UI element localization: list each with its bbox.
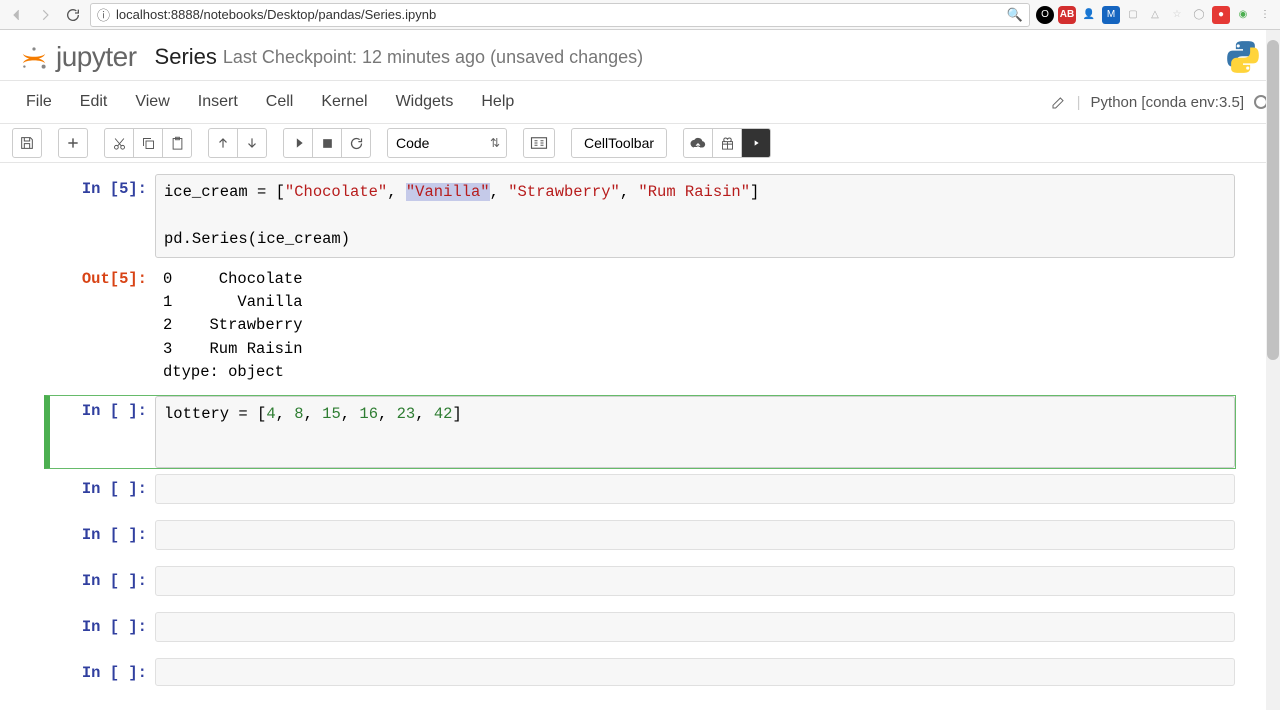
code-input-empty[interactable] [155,612,1235,642]
checkpoint-text: Last Checkpoint: 12 minutes ago (unsaved… [223,47,643,68]
add-cell-button[interactable] [58,128,88,158]
edit-icon[interactable] [1051,94,1067,110]
out-prompt-5: Out[5]: [50,264,155,388]
ext-icon-6[interactable]: △ [1146,6,1164,24]
celltoolbar-button[interactable]: CellToolbar [571,128,667,158]
in-prompt-5: In [5]: [50,174,155,258]
nav-forward-button[interactable] [34,4,56,26]
cell-type-label: Code [396,135,429,151]
code-cell-empty-4[interactable]: In [ ]: [44,611,1236,643]
run-button[interactable] [283,128,313,158]
in-prompt-empty: In [ ]: [50,474,155,504]
url-bar[interactable]: ⓘ localhost:8888/notebooks/Desktop/panda… [90,3,1030,27]
jupyter-logo-text: jupyter [56,41,137,73]
stop-button[interactable] [312,128,342,158]
command-palette-button[interactable] [523,128,555,158]
menu-insert[interactable]: Insert [184,85,252,119]
in-prompt-empty: In [ ]: [50,566,155,596]
code-cell-empty-2[interactable]: In [ ]: [44,519,1236,551]
code-cell-empty-3[interactable]: In [ ]: [44,565,1236,597]
move-up-button[interactable] [208,128,238,158]
ext-icon-8[interactable]: ◯ [1190,6,1208,24]
ext-icon-abp[interactable]: AB [1058,6,1076,24]
kernel-name[interactable]: Python [conda env:3.5] [1091,94,1244,111]
code-cell-active[interactable]: In [ ]: lottery = [4, 8, 15, 16, 23, 42] [44,395,1236,469]
scrollbar-track[interactable] [1266,30,1280,710]
browser-menu-icon[interactable]: ⋮ [1256,6,1274,24]
in-prompt-empty: In [ ]: [50,658,155,686]
menu-edit[interactable]: Edit [66,85,122,119]
restart-kernel-button[interactable] [341,128,371,158]
toolbar: Code CellToolbar [0,124,1280,163]
ext-icon-9[interactable]: ● [1212,6,1230,24]
paste-button[interactable] [162,128,192,158]
extension-icons: O AB 👤 M ▢ △ ☆ ◯ ● ◉ ⋮ [1036,6,1274,24]
nav-back-button[interactable] [6,4,28,26]
menu-widgets[interactable]: Widgets [382,85,468,119]
cell-type-select[interactable]: Code [387,128,507,158]
ext-icon-4[interactable]: M [1102,6,1120,24]
code-input-5[interactable]: ice_cream = ["Chocolate", "Vanilla", "St… [155,174,1235,258]
menu-kernel[interactable]: Kernel [307,85,381,119]
code-input-empty[interactable] [155,520,1235,550]
code-cell-empty-5[interactable]: In [ ]: [44,657,1236,687]
nav-reload-button[interactable] [62,4,84,26]
notebook-title[interactable]: Series [155,44,217,70]
code-cell-empty-1[interactable]: In [ ]: [44,473,1236,505]
ext-icon-3[interactable]: 👤 [1080,6,1098,24]
site-info-icon[interactable]: ⓘ [97,5,110,24]
code-input-empty[interactable] [155,658,1235,686]
output-area-5: 0 Chocolate 1 Vanilla 2 Strawberry 3 Rum… [155,264,311,388]
menu-file[interactable]: File [12,85,66,119]
jupyter-header: jupyter Series Last Checkpoint: 12 minut… [0,30,1280,81]
presentation-button[interactable] [741,128,771,158]
upload-button[interactable] [683,128,713,158]
cut-button[interactable] [104,128,134,158]
code-input-empty[interactable] [155,474,1235,504]
copy-button[interactable] [133,128,163,158]
in-prompt-active: In [ ]: [50,396,155,468]
menu-help[interactable]: Help [467,85,528,119]
gift-button[interactable] [712,128,742,158]
scrollbar-thumb[interactable] [1267,40,1279,360]
code-input-empty[interactable] [155,566,1235,596]
move-down-button[interactable] [237,128,267,158]
save-button[interactable] [12,128,42,158]
browser-chrome: ⓘ localhost:8888/notebooks/Desktop/panda… [0,0,1280,30]
python-logo [1224,38,1262,76]
celltoolbar-label: CellToolbar [584,135,654,151]
url-text: localhost:8888/notebooks/Desktop/pandas/… [116,7,436,22]
menubar: File Edit View Insert Cell Kernel Widget… [0,81,1280,124]
code-input-active[interactable]: lottery = [4, 8, 15, 16, 23, 42] [155,396,1235,468]
ext-icon-star[interactable]: ☆ [1168,6,1186,24]
code-cell-5[interactable]: In [5]: ice_cream = ["Chocolate", "Vanil… [44,173,1236,259]
output-cell-5: Out[5]: 0 Chocolate 1 Vanilla 2 Strawber… [44,263,1236,389]
ext-icon-10[interactable]: ◉ [1234,6,1252,24]
jupyter-logo[interactable]: jupyter [18,41,137,73]
menu-view[interactable]: View [121,85,183,119]
in-prompt-empty: In [ ]: [50,520,155,550]
menu-cell[interactable]: Cell [252,85,308,119]
notebook-area: In [5]: ice_cream = ["Chocolate", "Vanil… [0,163,1280,716]
ext-icon-5[interactable]: ▢ [1124,6,1142,24]
ext-icon-1[interactable]: O [1036,6,1054,24]
in-prompt-empty: In [ ]: [50,612,155,642]
page-zoom-icon[interactable]: 🔍 [1007,7,1023,23]
